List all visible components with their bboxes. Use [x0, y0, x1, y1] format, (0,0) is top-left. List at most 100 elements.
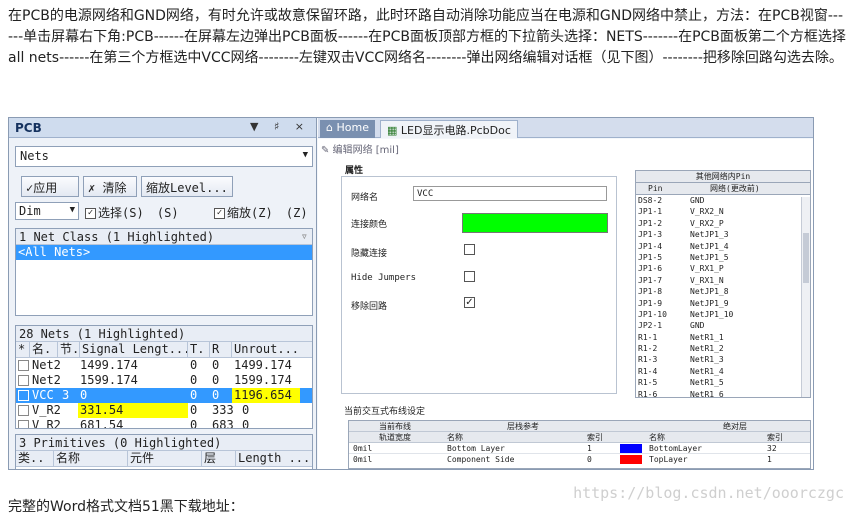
- pin-row[interactable]: R1-5 NetR1_5: [636, 377, 810, 388]
- primitives-column-headers: 类.. 名称 元件 层 Length ...: [16, 451, 312, 467]
- pin-row[interactable]: JP1-4 NetJP1_4: [636, 241, 810, 252]
- zoom-checkbox[interactable]: ✓ 缩放(Z) (Z): [214, 204, 308, 221]
- remove-loops-label: 移除回路: [351, 302, 388, 312]
- pin-id: JP1-2: [638, 218, 663, 228]
- col-layer[interactable]: 层: [202, 451, 236, 466]
- primitives-list: 3 Primitives (0 Highlighted) 类.. 名称 元件 层…: [15, 434, 313, 469]
- pin-id: R1-6: [638, 389, 658, 398]
- tab-pcbdoc[interactable]: ▦ LED显示电路.PcbDoc: [380, 120, 518, 138]
- article-footer: 完整的Word格式文档51黑下载地址：: [8, 499, 244, 515]
- col-signal[interactable]: Signal Lengt...: [80, 342, 188, 357]
- table-row[interactable]: Net2 1499.174 0 0 1499.174: [16, 358, 312, 373]
- chevron-down-icon: ▼: [69, 205, 75, 215]
- edit-icon: ✎: [321, 145, 330, 156]
- select-checkbox[interactable]: ✓ 选择(S) (S): [85, 204, 179, 221]
- pin-id: JP1-1: [638, 207, 663, 217]
- pin-row[interactable]: JP1-5 NetJP1_5: [636, 252, 810, 263]
- clear-label: ✗ 清除: [88, 181, 127, 195]
- hide-jumpers-label: Hide Jumpers: [351, 273, 417, 283]
- tab-home-label: Home: [336, 121, 369, 134]
- routing-row[interactable]: 0mil Bottom Layer 1 BottomLayer 32: [349, 443, 810, 455]
- col-r[interactable]: R: [210, 342, 232, 357]
- dialog-title-text: 编辑网络 [mil]: [332, 145, 399, 156]
- dialog-title: ✎ 编辑网络 [mil]: [321, 141, 399, 156]
- zoom-hint: (Z): [285, 206, 308, 220]
- col-net[interactable]: 网络(更改前): [710, 183, 760, 195]
- hide-connections-checkbox[interactable]: [464, 244, 475, 255]
- col-length[interactable]: Length ...: [236, 451, 312, 466]
- scrollbar-thumb[interactable]: [803, 233, 809, 283]
- other-pins-title: 其他网络内Pin: [636, 171, 810, 183]
- connection-color-swatch[interactable]: [462, 213, 608, 233]
- apply-label: ✓应用: [26, 181, 58, 195]
- pin-id: JP1-9: [638, 298, 663, 308]
- col-pin[interactable]: Pin: [648, 183, 662, 195]
- pin-id: R1-3: [638, 355, 658, 365]
- edit-net-dialog: ✎ 编辑网络 [mil] 属性 网络名 VCC 连接颜色 隐藏连接 Hide J…: [318, 139, 813, 469]
- pcb-document-icon: ▦: [387, 124, 398, 137]
- apply-button[interactable]: ✓应用: [21, 176, 79, 197]
- pin-row[interactable]: R1-6 NetR1_6: [636, 389, 810, 398]
- pin-row[interactable]: JP1-9 NetJP1_9: [636, 298, 810, 309]
- table-row[interactable]: V_R2 331.54 0 333 0: [16, 403, 312, 418]
- pin-row[interactable]: JP1-3 NetJP1_3: [636, 229, 810, 240]
- pin-row[interactable]: JP1-8 NetJP1_8: [636, 286, 810, 297]
- hide-jumpers-checkbox[interactable]: [464, 271, 475, 282]
- routing-section-label: 当前交互式布线设定: [344, 407, 426, 417]
- dim-dropdown[interactable]: Dim ▼: [15, 202, 79, 220]
- home-icon: ⌂: [326, 121, 333, 134]
- pin-row[interactable]: R1-2 NetR1_2: [636, 343, 810, 354]
- layer-color-swatch: [620, 444, 642, 453]
- mode-value: Nets: [20, 149, 49, 163]
- scrollbar[interactable]: [801, 197, 810, 397]
- pin-row[interactable]: JP1-7 V_RX1_N: [636, 275, 810, 286]
- col-name[interactable]: 名称: [54, 451, 128, 466]
- pin-row[interactable]: JP1-1 V_RX2_N: [636, 206, 810, 217]
- pin-row[interactable]: JP1-10 NetJP1_10: [636, 309, 810, 320]
- col-t[interactable]: T.: [188, 342, 210, 357]
- clear-button[interactable]: ✗ 清除: [83, 176, 137, 197]
- net-class-header: 1 Net Class (1 Highlighted) ▿: [16, 229, 312, 245]
- pin-id: JP1-3: [638, 230, 663, 240]
- pin-row[interactable]: R1-4 NetR1_4: [636, 366, 810, 377]
- pin-net: V_RX1_P: [690, 264, 724, 274]
- col-type[interactable]: 类..: [16, 451, 54, 466]
- table-row-selected[interactable]: VCC 3 0 0 0 1196.654: [16, 388, 312, 403]
- panel-pin-controls[interactable]: ▼ ♯ ×: [250, 120, 310, 133]
- pin-row[interactable]: JP1-2 V_RX2_P: [636, 218, 810, 229]
- col-name[interactable]: 名.: [30, 342, 58, 357]
- color-swatch: [18, 405, 29, 416]
- pin-row[interactable]: JP1-6 V_RX1_P: [636, 263, 810, 274]
- net-name-input[interactable]: VCC: [413, 186, 607, 201]
- col-component[interactable]: 元件: [128, 451, 202, 466]
- mode-dropdown[interactable]: Nets ▼: [15, 146, 313, 167]
- pin-row[interactable]: JP2-1 GND: [636, 320, 810, 331]
- checkbox-icon: ✓: [85, 208, 96, 219]
- table-row[interactable]: Net2 1599.174 0 0 1599.174: [16, 373, 312, 388]
- pin-row[interactable]: R1-1 NetR1_1: [636, 332, 810, 343]
- properties-label: 属性: [345, 166, 364, 176]
- net-class-item[interactable]: <All Nets>: [16, 245, 312, 260]
- pin-id: JP1-10: [638, 309, 667, 319]
- routing-row[interactable]: 0mil Component Side 0 TopLayer 1: [349, 454, 810, 465]
- screenshot-frame: PCB ▼ ♯ × Nets ▼ ✓应用 ✗ 清除 缩放Level... Dim…: [8, 117, 814, 470]
- col-nodes[interactable]: 节.: [58, 342, 80, 357]
- pin-net: NetJP1_9: [690, 298, 729, 308]
- layer-color-swatch: [620, 455, 642, 465]
- pin-net: NetJP1_4: [690, 241, 729, 251]
- table-row[interactable]: V_R2 681.54 0 683 0: [16, 418, 312, 428]
- col-star[interactable]: *: [16, 342, 30, 357]
- pin-id: DS8-2: [638, 196, 663, 205]
- pin-row[interactable]: R1-3 NetR1_3: [636, 354, 810, 365]
- color-swatch: [18, 420, 29, 428]
- remove-loops-checkbox[interactable]: ✓: [464, 297, 475, 308]
- dim-value: Dim: [19, 204, 41, 218]
- pin-row[interactable]: DS8-2 GND: [636, 195, 810, 206]
- col-unrouted[interactable]: Unrout...: [232, 342, 312, 357]
- zoom-label: 缩放(Z): [227, 206, 273, 220]
- zoom-level-button[interactable]: 缩放Level...: [141, 176, 233, 197]
- pin-net: NetJP1_8: [690, 287, 729, 297]
- tab-pcbdoc-label: LED显示电路.PcbDoc: [400, 124, 511, 137]
- tab-home[interactable]: ⌂ Home: [320, 120, 375, 138]
- pin-id: JP1-8: [638, 287, 663, 297]
